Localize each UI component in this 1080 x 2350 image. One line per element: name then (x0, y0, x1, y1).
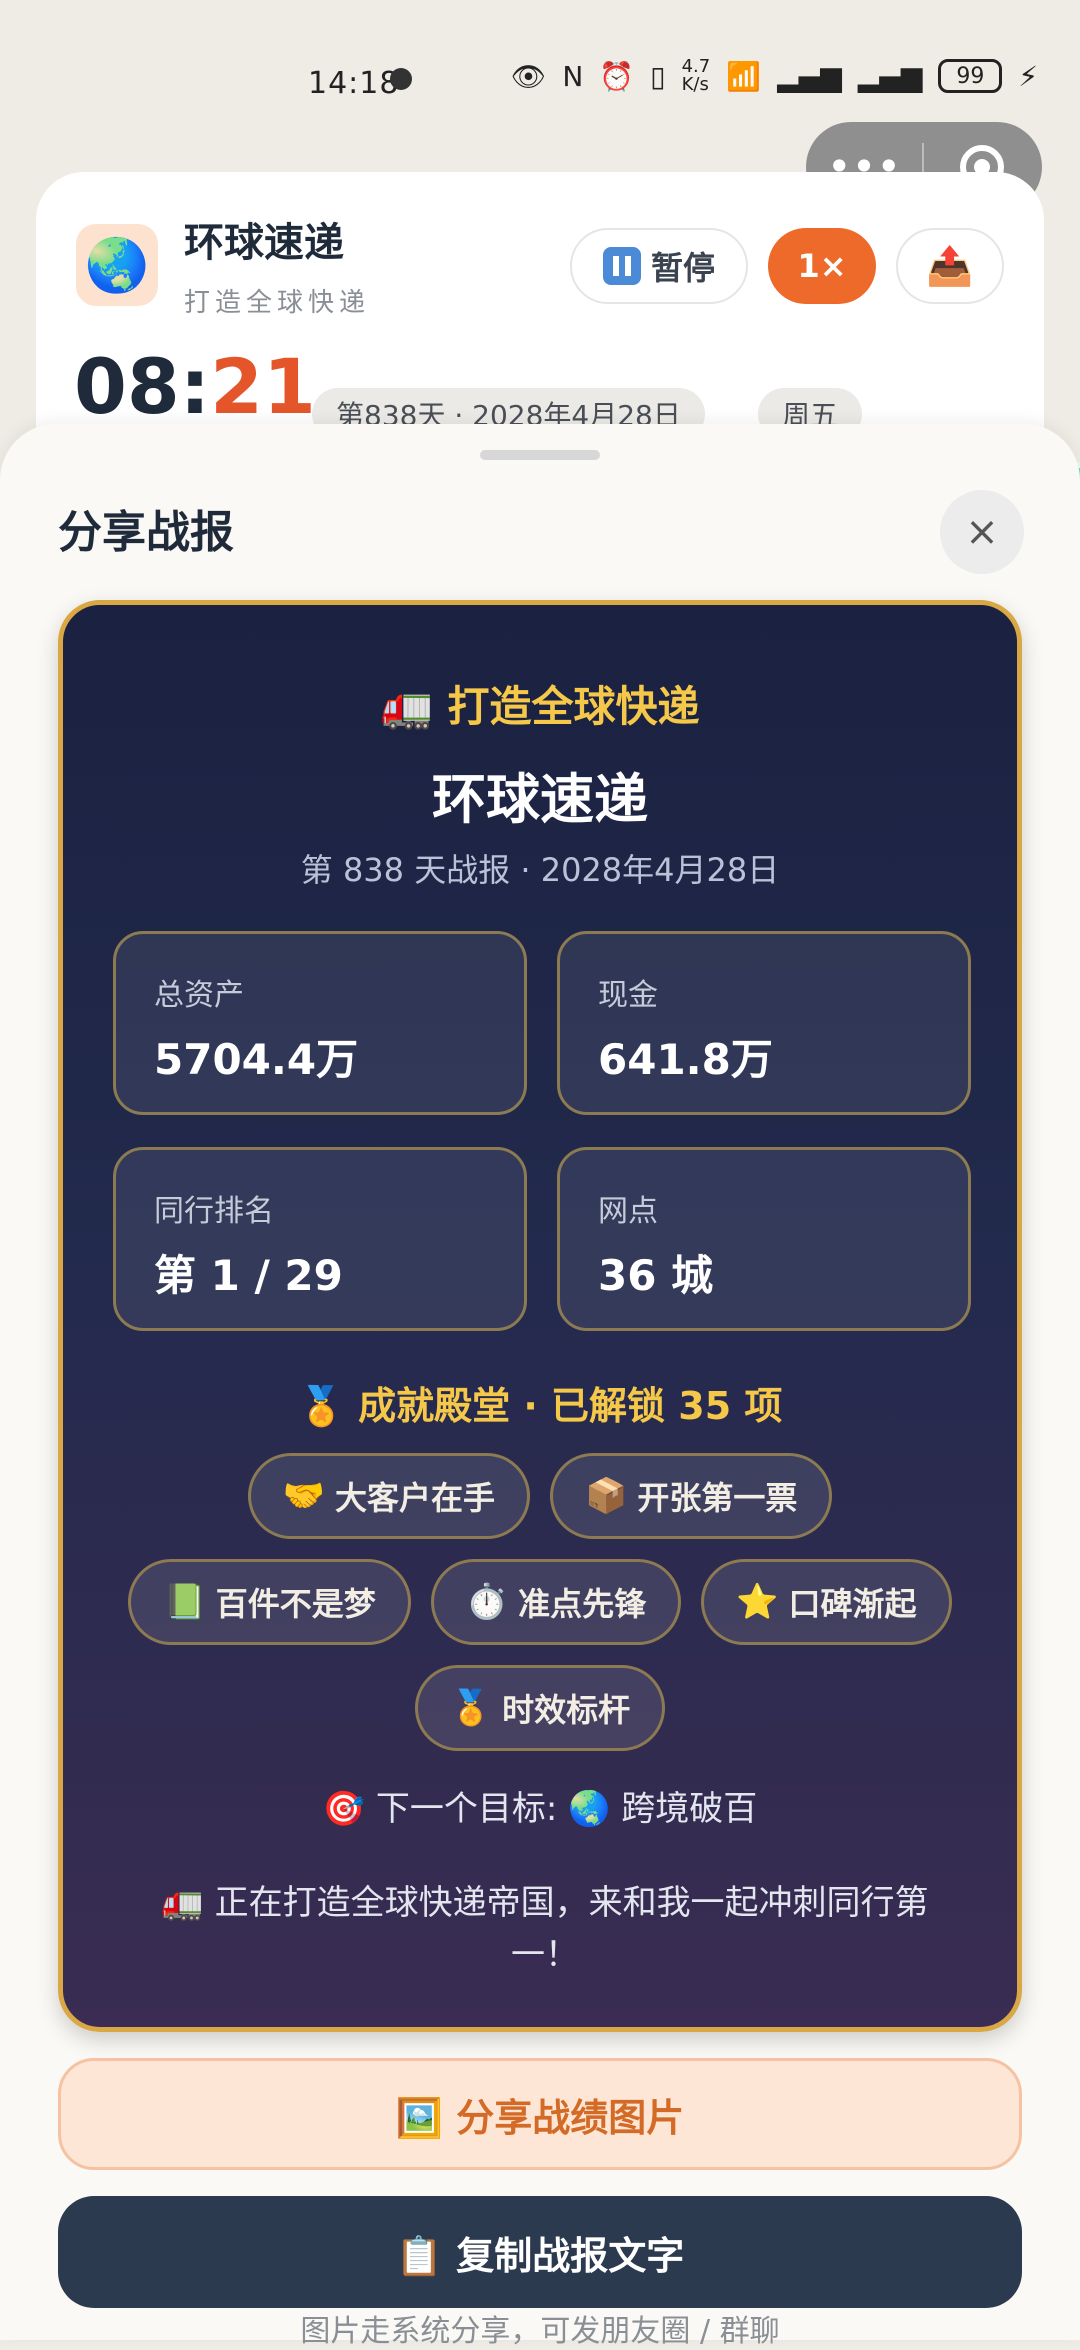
sheet-title: 分享战报 (58, 507, 234, 558)
stat-value: 36 城 (598, 1251, 714, 1300)
badge-label: 百件不是梦 (215, 1585, 376, 1623)
report-date: 第 838 天战报 · 2028年4月28日 (300, 851, 780, 889)
stat-cash: 现金 641.8万 (557, 931, 971, 1115)
signal-icon: ▂▄▆ (777, 59, 842, 93)
badge-label: 大客户在手 (334, 1479, 495, 1517)
copy-text-button[interactable]: 📋 复制战报文字 (58, 2196, 1022, 2308)
battle-report-card: 🚛 打造全球快递 环球速递 第 838 天战报 · 2028年4月28日 总资产… (58, 600, 1022, 2032)
stat-outlets: 网点 36 城 (557, 1147, 971, 1331)
stat-total-assets: 总资产 5704.4万 (113, 931, 527, 1115)
report-kicker: 🚛 打造全球快递 (380, 682, 700, 731)
game-clock: 08:21 (74, 342, 316, 431)
report-slogan: 🚛 正在打造全球快递帝国，来和我一起冲刺同行第一！ (161, 1883, 929, 1975)
achievement-badge: ⭐ 口碑渐起 (701, 1559, 952, 1645)
badge-label: 时效标杆 (502, 1691, 631, 1729)
charging-icon: ⚡ (1018, 59, 1038, 93)
eye-icon: 👁 (510, 59, 547, 93)
badge-label: 口碑渐起 (788, 1585, 917, 1623)
achievement-badge: 📗 百件不是梦 (128, 1559, 411, 1645)
achievement-badges: 🤝 大客户在手 📦 开张第一票 📗 百件不是梦 ⏱️ 准点先锋 ⭐ 口碑渐起 🏅… (103, 1453, 977, 1751)
battery-icon: 99 (938, 59, 1003, 93)
vibrate-icon: ▯ (650, 59, 666, 93)
pause-label: 暂停 (650, 249, 715, 287)
wifi-icon: 📶 (726, 59, 762, 93)
notification-icon (390, 68, 412, 90)
share-footnote: 图片走系统分享，可发朋友圈 / 群聊 (300, 2314, 780, 2349)
stopwatch-icon: ⏱️ (465, 1582, 509, 1622)
star-icon: ⭐ (736, 1582, 779, 1622)
clock-minute: 21 (210, 342, 316, 431)
globe-icon: 🌏 (76, 224, 158, 306)
next-goal: 🎯 下一个目标: 🌏 跨境破百 (322, 1789, 758, 1829)
stat-label: 网点 (598, 1194, 658, 1229)
stat-rank: 同行排名 第 1 / 29 (113, 1147, 527, 1331)
achievement-hall-title: 🏅 成就殿堂 · 已解锁 35 项 (297, 1384, 783, 1428)
stat-value: 第 1 / 29 (154, 1251, 343, 1300)
package-icon: 📦 (585, 1476, 628, 1516)
alarm-icon: ⏰ (599, 59, 635, 93)
achievement-badge: 📦 开张第一票 (550, 1453, 833, 1539)
company-subtitle: 打造全球快递 (184, 288, 371, 318)
speed-button[interactable]: 1× (768, 228, 876, 304)
status-time: 14:18 (308, 66, 400, 101)
stat-value: 641.8万 (598, 1035, 773, 1084)
export-button[interactable]: 📤 (896, 228, 1004, 304)
nfc-icon: N (562, 59, 584, 93)
net-speed: 4.7 K/s (681, 56, 711, 95)
close-sheet-button[interactable]: × (940, 490, 1024, 574)
share-image-button[interactable]: 🖼️ 分享战绩图片 (58, 2058, 1022, 2170)
stat-label: 现金 (598, 978, 658, 1013)
close-icon: × (965, 509, 999, 555)
mailbox-icon: 📗 (163, 1582, 206, 1622)
badge-label: 准点先锋 (518, 1585, 647, 1623)
handshake-icon: 🤝 (282, 1476, 325, 1516)
stat-label: 总资产 (154, 978, 244, 1013)
pause-icon (602, 247, 641, 285)
signal-icon-2: ▂▄▆ (857, 59, 923, 93)
sheet-drag-handle[interactable] (480, 450, 600, 460)
pause-button[interactable]: 暂停 (570, 228, 748, 304)
stat-value: 5704.4万 (154, 1035, 359, 1084)
company-name: 环球速递 (184, 220, 344, 266)
achievement-badge: ⏱️ 准点先锋 (430, 1559, 682, 1645)
medal-icon: 🏅 (449, 1688, 493, 1728)
achievement-badge: 🏅 时效标杆 (414, 1665, 666, 1751)
status-icons: 👁 N ⏰ ▯ 4.7 K/s 📶 ▂▄▆ ▂▄▆ 99 ⚡ (511, 58, 1038, 94)
badge-label: 开张第一票 (637, 1479, 798, 1517)
export-icon: 📤 (926, 243, 974, 288)
achievement-badge: 🤝 大客户在手 (247, 1453, 530, 1539)
stat-label: 同行排名 (154, 1194, 274, 1229)
report-company-name: 环球速递 (432, 768, 648, 831)
clock-hour: 08: (74, 342, 211, 431)
